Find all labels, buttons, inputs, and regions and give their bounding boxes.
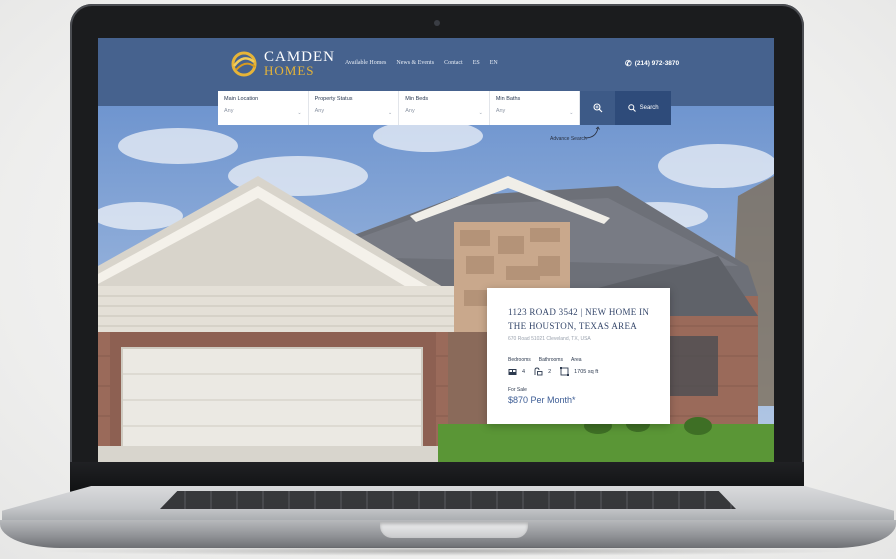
chevron-down-icon: ⌄ [297, 110, 302, 116]
search-button[interactable]: Search [615, 91, 671, 125]
field-label: Main Location [224, 96, 259, 102]
min-baths-select[interactable]: Min Baths Any ⌄ [489, 91, 581, 125]
laptop-shadow [40, 546, 856, 556]
bedrooms-spec: 4 [508, 368, 525, 376]
field-value: Any [314, 108, 325, 114]
advanced-search-link[interactable]: Advance Search [550, 136, 587, 142]
property-search-bar: Main Location Any ⌄ Property Status Any … [218, 91, 671, 125]
field-value: Any [405, 108, 415, 114]
nav-language-es[interactable]: ES [473, 60, 480, 66]
camden-homes-logo[interactable]: CAMDEN HOMES [228, 50, 335, 78]
nav-language-en[interactable]: EN [490, 60, 498, 66]
sun-swirl-icon [231, 51, 257, 77]
chevron-down-icon: ⌄ [388, 110, 393, 116]
field-label: Min Baths [495, 96, 521, 102]
main-location-select[interactable]: Main Location Any ⌄ [218, 91, 309, 125]
webcam [434, 20, 440, 26]
field-label: Property Status [314, 96, 353, 102]
search-icon [627, 104, 636, 112]
logo-text-camden: CAMDEN [264, 49, 336, 65]
min-beds-select[interactable]: Min Beds Any ⌄ [399, 91, 490, 125]
bedrooms-label: Bedrooms [508, 357, 531, 363]
open-notch [380, 522, 528, 538]
magnifier-plus-icon [593, 103, 603, 113]
area-value: 1705 sq ft [574, 368, 599, 375]
listing-specs: 4 2 1705 sq ft [508, 367, 607, 376]
field-label: Min Beds [405, 96, 429, 102]
nav-available-homes[interactable]: Available Homes [345, 60, 386, 66]
nav-news-events[interactable]: News & Events [396, 60, 434, 66]
advanced-search-button[interactable] [580, 91, 616, 125]
listing-status: For Sale [508, 387, 527, 393]
field-value: Any [495, 108, 506, 114]
listing-price: $870 Per Month* [508, 395, 576, 405]
bed-icon [508, 368, 517, 375]
area-spec: 1705 sq ft [560, 367, 598, 376]
bathrooms-label: Bathrooms [538, 357, 563, 363]
spec-labels: Bedrooms Bathrooms Area [508, 357, 590, 363]
nav-contact[interactable]: Contact [444, 60, 463, 66]
chevron-down-icon: ⌄ [569, 110, 574, 116]
listing-card[interactable]: 1123 Road 3542 | New Home in the Houston… [487, 288, 670, 424]
bath-icon [534, 367, 543, 376]
phone-icon: ✆ [625, 59, 632, 68]
phone-link[interactable]: ✆ (214) 972-3870 [625, 59, 679, 68]
field-value: Any [224, 108, 234, 114]
keyboard [160, 491, 736, 509]
property-status-select[interactable]: Property Status Any ⌄ [308, 91, 400, 125]
curved-arrow-icon [584, 126, 600, 139]
bedrooms-value: 4 [522, 368, 526, 375]
main-nav: Available Homes News & Events Contact ES… [345, 60, 498, 66]
logo-text-homes: HOMES [264, 63, 315, 78]
listing-title: 1123 Road 3542 | New Home in the Houston… [508, 307, 650, 331]
bathrooms-spec: 2 [534, 367, 551, 376]
laptop-screen: CAMDEN HOMES Available Homes News & Even… [98, 38, 774, 462]
phone-number: (214) 972-3870 [634, 60, 680, 67]
area-icon [560, 367, 570, 376]
hero-house-image [98, 106, 774, 462]
area-label: Area [570, 357, 582, 363]
search-button-label: Search [639, 105, 659, 111]
chevron-down-icon: ⌄ [478, 110, 483, 116]
listing-address: 670 Road 51021 Cleveland, TX, USA [508, 336, 591, 342]
bathrooms-value: 2 [548, 368, 552, 375]
